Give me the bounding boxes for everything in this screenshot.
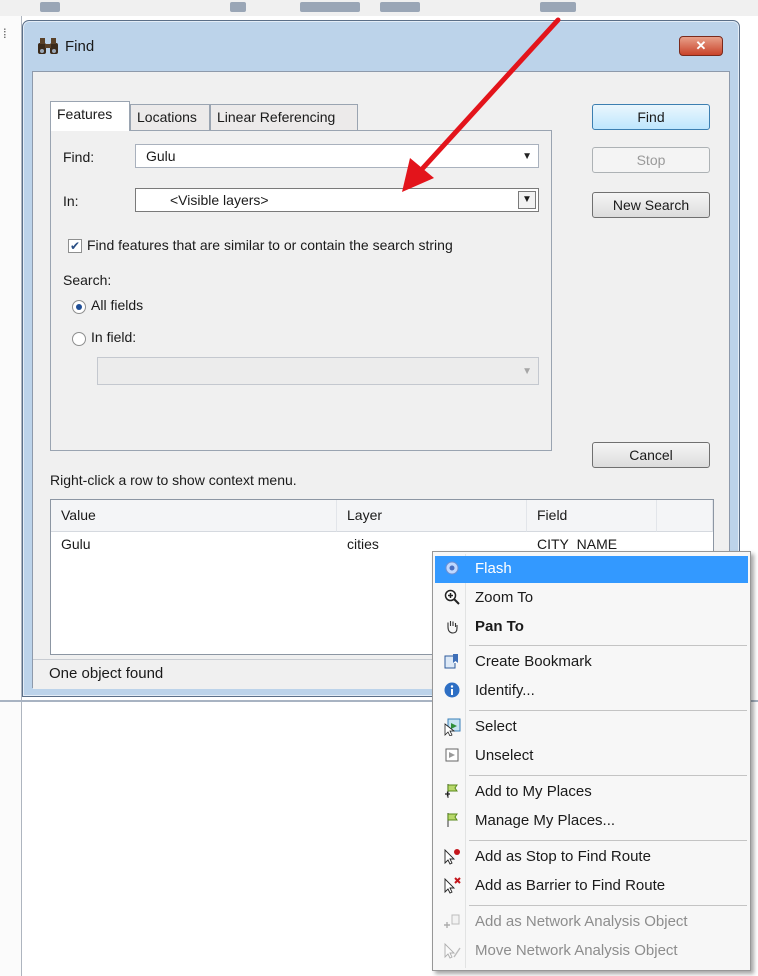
add-place-flag-icon <box>443 783 461 801</box>
window-title: Find <box>65 38 95 55</box>
menu-item-label: Pan To <box>475 618 524 635</box>
in-value: <Visible layers> <box>170 192 269 208</box>
toolbar-button[interactable] <box>230 2 246 12</box>
status-text: One object found <box>49 665 164 682</box>
pan-hand-icon <box>443 618 461 636</box>
unselect-icon <box>443 747 461 765</box>
menu-item-add-stop[interactable]: Add as Stop to Find Route <box>435 844 748 871</box>
tab-label: Linear Referencing <box>217 109 336 125</box>
chevron-down-icon[interactable]: ▼ <box>522 366 532 377</box>
zoom-in-icon <box>443 589 461 607</box>
in-layers-dropdown[interactable]: <Visible layers> ▼ <box>135 188 539 212</box>
menu-item-label: Add to My Places <box>475 783 592 800</box>
new-search-button[interactable]: New Search <box>592 192 710 218</box>
menu-separator <box>469 710 747 711</box>
menu-item-label: Move Network Analysis Object <box>475 942 678 959</box>
menu-item-identify[interactable]: Identify... <box>435 678 748 705</box>
find-value: Gulu <box>146 148 176 164</box>
menu-item-label: Unselect <box>475 747 534 764</box>
menu-item-unselect[interactable]: Unselect <box>435 743 748 770</box>
results-hint: Right-click a row to show context menu. <box>50 472 297 488</box>
menu-item-label: Identify... <box>475 682 535 699</box>
menu-item-add-barrier[interactable]: Add as Barrier to Find Route <box>435 873 748 900</box>
app-toolbar <box>0 0 758 16</box>
menu-item-flash[interactable]: Flash <box>435 556 748 583</box>
find-input[interactable]: Gulu ▼ <box>135 144 539 168</box>
title-bar[interactable]: Find ✕ <box>23 21 739 71</box>
similar-checkbox[interactable]: ✔ <box>68 239 82 253</box>
menu-item-add-to-my-places[interactable]: Add to My Places <box>435 779 748 806</box>
chevron-down-icon[interactable]: ▼ <box>518 191 536 209</box>
tab-label: Locations <box>137 109 197 125</box>
menu-item-pan-to[interactable]: Pan To <box>435 614 748 641</box>
menu-item-label: Add as Network Analysis Object <box>475 913 688 930</box>
similar-checkbox-label: Find features that are similar to or con… <box>87 237 453 253</box>
menu-item-label: Create Bookmark <box>475 653 592 670</box>
close-button[interactable]: ✕ <box>679 36 723 56</box>
route-barrier-icon <box>443 877 461 895</box>
find-button[interactable]: Find <box>592 104 710 130</box>
tab-label: Features <box>57 106 113 122</box>
column-header-value[interactable]: Value <box>51 500 337 532</box>
menu-item-label: Manage My Places... <box>475 812 616 829</box>
bookmark-icon <box>443 653 461 671</box>
close-icon: ✕ <box>695 38 707 53</box>
binoculars-icon <box>37 37 59 60</box>
left-panel-rail: ⁞ <box>0 16 22 976</box>
info-icon <box>443 682 461 700</box>
grip-icon[interactable]: ⁞ <box>3 26 7 41</box>
menu-item-manage-my-places[interactable]: Manage My Places... <box>435 808 748 835</box>
in-field-label: In field: <box>91 329 137 345</box>
row-context-menu: Flash Zoom To Pan To Create Bookmark Ide… <box>432 551 751 971</box>
network-move-icon <box>443 942 461 960</box>
menu-item-add-network-object[interactable]: Add as Network Analysis Object <box>435 909 748 936</box>
toolbar-button[interactable] <box>300 2 360 12</box>
chevron-down-icon[interactable]: ▼ <box>522 151 532 162</box>
tab-locations[interactable]: Locations <box>130 104 210 130</box>
search-label: Search: <box>63 272 112 288</box>
menu-item-label: Add as Barrier to Find Route <box>475 877 666 894</box>
menu-item-select[interactable]: Select <box>435 714 748 741</box>
toolbar-button[interactable] <box>380 2 420 12</box>
menu-item-move-network-object[interactable]: Move Network Analysis Object <box>435 938 748 965</box>
menu-separator <box>469 840 747 841</box>
cancel-button[interactable]: Cancel <box>592 442 710 468</box>
row-field: CITY_NAME <box>537 536 618 552</box>
menu-item-create-bookmark[interactable]: Create Bookmark <box>435 649 748 676</box>
column-header-field[interactable]: Field <box>527 500 657 532</box>
menu-item-label: Select <box>475 718 517 735</box>
column-header-layer[interactable]: Layer <box>337 500 527 532</box>
menu-item-label: Flash <box>475 560 512 577</box>
menu-item-zoom-to[interactable]: Zoom To <box>435 585 748 612</box>
stop-button[interactable]: Stop <box>592 147 710 173</box>
flash-icon <box>443 560 461 578</box>
in-field-radio[interactable] <box>72 332 86 346</box>
all-fields-radio[interactable] <box>72 300 86 314</box>
field-dropdown[interactable]: ▼ <box>97 357 539 385</box>
route-stop-icon <box>443 848 461 866</box>
menu-item-label: Zoom To <box>475 589 534 606</box>
menu-separator <box>469 775 747 776</box>
all-fields-label: All fields <box>91 297 144 313</box>
row-layer: cities <box>347 536 379 552</box>
menu-separator <box>469 905 747 906</box>
toolbar-button[interactable] <box>40 2 60 12</box>
place-flag-icon <box>443 812 461 830</box>
network-add-icon <box>443 913 461 931</box>
features-tab-panel: Find: Gulu ▼ In: <Visible layers> ▼ ✔ Fi… <box>50 130 552 451</box>
toolbar-button[interactable] <box>540 2 576 12</box>
in-label: In: <box>63 193 79 209</box>
menu-separator <box>469 645 747 646</box>
row-value: Gulu <box>61 536 91 552</box>
select-features-icon <box>443 718 461 737</box>
column-header-spacer <box>657 500 713 532</box>
menu-item-label: Add as Stop to Find Route <box>475 848 651 865</box>
tab-linear-referencing[interactable]: Linear Referencing <box>210 104 358 130</box>
tab-features[interactable]: Features <box>50 101 130 131</box>
find-label: Find: <box>63 149 95 165</box>
